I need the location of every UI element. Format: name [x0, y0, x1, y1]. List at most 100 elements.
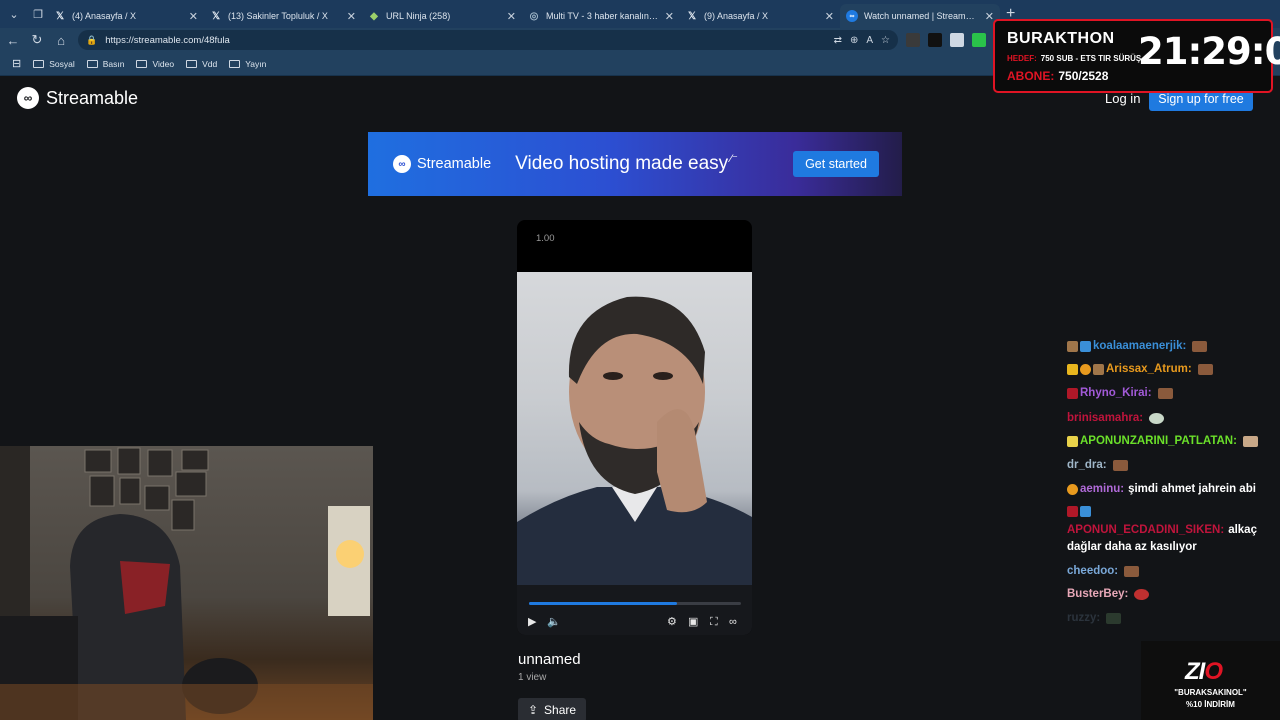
tab-title: Multi TV - 3 haber kanalını aynı anda iz… [546, 11, 659, 21]
video-frame[interactable] [517, 272, 752, 585]
login-link[interactable]: Log in [1105, 91, 1140, 106]
chat-username: cheedoo: [1067, 565, 1119, 577]
tab-url-ninja[interactable]: ◆ URL Ninja (258) ✕ [362, 4, 522, 28]
seek-bar[interactable] [529, 602, 741, 605]
close-tab-icon[interactable]: ✕ [189, 10, 198, 23]
crown-badge-icon [1067, 363, 1078, 375]
zoom-icon[interactable]: ⊕ [850, 35, 858, 46]
share-icon: ⇪ [527, 703, 539, 717]
picture-in-picture-icon[interactable]: ▣ [688, 616, 698, 628]
chat-badge-icon [1080, 340, 1091, 352]
chat-message: dr_dra: [1067, 459, 1128, 471]
overlay-title: BURAKTHON [1007, 30, 1115, 47]
streamable-logo[interactable]: ∞ Streamable [17, 87, 138, 109]
chat-emote-icon [1149, 412, 1165, 424]
sponsor-panel: ZIO "BURAKSAKINOL" %10 İNDİRİM [1141, 641, 1280, 720]
chat-badge-icon [1093, 363, 1104, 375]
extension-icon[interactable] [928, 33, 942, 47]
bookmarks-app-icon[interactable]: ⊟ [12, 57, 21, 70]
chat-emote-icon [1112, 459, 1128, 471]
ninja-icon: ◆ [370, 10, 378, 22]
x-logo-icon: 𝕏 [687, 10, 697, 22]
close-tab-icon[interactable]: ✕ [347, 10, 356, 23]
volume-icon[interactable]: 🔈 [547, 616, 561, 628]
bookmark-folder-yayin[interactable]: Yayın [229, 59, 266, 69]
sponsor-discount: %10 İNDİRİM [1186, 700, 1235, 709]
reload-icon[interactable]: ↻ [26, 29, 48, 51]
chat-username: APONUNZARINI_PATLATAN: [1080, 435, 1237, 447]
home-icon[interactable]: ⌂ [50, 29, 72, 51]
tab-streamable[interactable]: ∞ Watch unnamed | Streamable ✕ [840, 4, 1000, 28]
tab-x-community[interactable]: 𝕏 (13) Sakinler Topluluk / X ✕ [204, 4, 362, 28]
chat-username: dr_dra: [1067, 459, 1107, 471]
close-tab-icon[interactable]: ✕ [825, 10, 834, 23]
chat-message: koalaamaenerjik: [1067, 340, 1208, 352]
chat-username: Arissax_Atrum: [1106, 363, 1192, 375]
chat-emote-icon [1192, 340, 1208, 352]
bookmark-folder-video[interactable]: Video [136, 59, 174, 69]
get-started-button[interactable]: Get started [793, 151, 879, 177]
banner-tagline: Video hosting made easy [515, 153, 729, 174]
logo-letter: O [1204, 658, 1223, 685]
url-text: https://streamable.com/48fula [105, 34, 230, 46]
overlay-subscribers: ABONE: 750/2528 [1007, 69, 1108, 83]
tab-actions-menu-icon[interactable]: ⌄ [4, 4, 24, 24]
read-aloud-icon[interactable]: A [866, 35, 873, 46]
chat-text: dağlar daha az kasılıyor [1067, 541, 1197, 553]
settings-gear-icon[interactable]: ⚙ [667, 616, 677, 628]
bookmark-label: Yayın [245, 58, 267, 69]
extension-icon[interactable] [906, 33, 920, 47]
sub-label: ABONE: [1007, 69, 1055, 83]
folder-icon [229, 59, 241, 68]
favorite-star-icon[interactable]: ☆ [881, 35, 890, 46]
seek-bar-fill [529, 602, 678, 605]
extension-icon[interactable] [950, 33, 964, 47]
close-tab-icon[interactable]: ✕ [985, 10, 994, 23]
chat-badge-icon [1080, 363, 1091, 375]
url-field[interactable]: 🔒 https://streamable.com/48fula ⇄ ⊕ A ☆ [78, 30, 898, 50]
chat-badge-icon [1080, 506, 1091, 517]
chat-text: alkaç [1228, 524, 1257, 536]
play-icon[interactable]: ▶ [528, 616, 536, 628]
chat-message: BusterBey: [1067, 588, 1150, 600]
sponsor-code: "BURAKSAKINOL" [1174, 688, 1247, 697]
video-player[interactable]: 1.00 ▶ 🔈 ⚙ ▣ ⛶ ∞ [517, 220, 752, 635]
extension-icon[interactable] [972, 33, 986, 47]
x-logo-icon: 𝕏 [55, 10, 65, 22]
tab-x-home-2[interactable]: 𝕏 (9) Anasayfa / X ✕ [680, 4, 840, 28]
bookmark-folder-sosyal[interactable]: Sosyal [33, 59, 75, 69]
folder-icon [86, 59, 98, 68]
chat-emote-icon [1157, 387, 1173, 399]
chat-username: aeminu: [1080, 483, 1125, 495]
overlay-clock: 21:29:01 [1138, 30, 1280, 73]
translate-icon[interactable]: ⇄ [834, 35, 842, 46]
close-tab-icon[interactable]: ✕ [507, 10, 516, 23]
fullscreen-icon[interactable]: ⛶ [710, 616, 718, 628]
chat-message [1067, 506, 1093, 517]
playback-speed: 1.00 [536, 233, 555, 244]
view-count: 1 view [518, 672, 547, 683]
streamable-logo-icon[interactable]: ∞ [729, 616, 737, 628]
chat-username: koalaamaenerjik: [1093, 340, 1187, 352]
chat-text: şimdi ahmet jahrein abi [1128, 483, 1256, 495]
goal-label: HEDEF: [1007, 54, 1037, 63]
chat-message: cheedoo: [1067, 565, 1140, 577]
share-button[interactable]: ⇪ Share [518, 698, 586, 720]
bookmark-folder-basin[interactable]: Basın [86, 59, 124, 69]
tab-x-home-1[interactable]: 𝕏 (4) Anasayfa / X ✕ [48, 4, 204, 28]
chat-badge-icon [1067, 483, 1078, 495]
tab-multi-tv[interactable]: ◎ Multi TV - 3 haber kanalını aynı anda … [522, 4, 680, 28]
back-icon[interactable]: ← [2, 29, 24, 51]
promo-banner[interactable]: ∞ Streamable Video hosting made easy ⁄⁻ … [368, 132, 902, 196]
chat-username: BusterBey: [1067, 588, 1129, 600]
bookmark-folder-vdd[interactable]: Vdd [186, 59, 217, 69]
tab-title: Watch unnamed | Streamable [864, 11, 979, 21]
share-label: Share [544, 703, 577, 717]
tab-title: (9) Anasayfa / X [704, 11, 769, 21]
chat-message: APONUN_ECDADINI_SIKEN: alkaç [1067, 524, 1257, 536]
close-tab-icon[interactable]: ✕ [665, 10, 674, 23]
workspaces-icon[interactable]: ❐ [28, 4, 48, 24]
subathon-overlay: BURAKTHON HEDEF: 750 SUB - ETS TIR SÜRÜŞ … [993, 19, 1280, 93]
chat-username: APONUN_ECDADINI_SIKEN: [1067, 524, 1225, 536]
folder-icon [33, 59, 45, 68]
